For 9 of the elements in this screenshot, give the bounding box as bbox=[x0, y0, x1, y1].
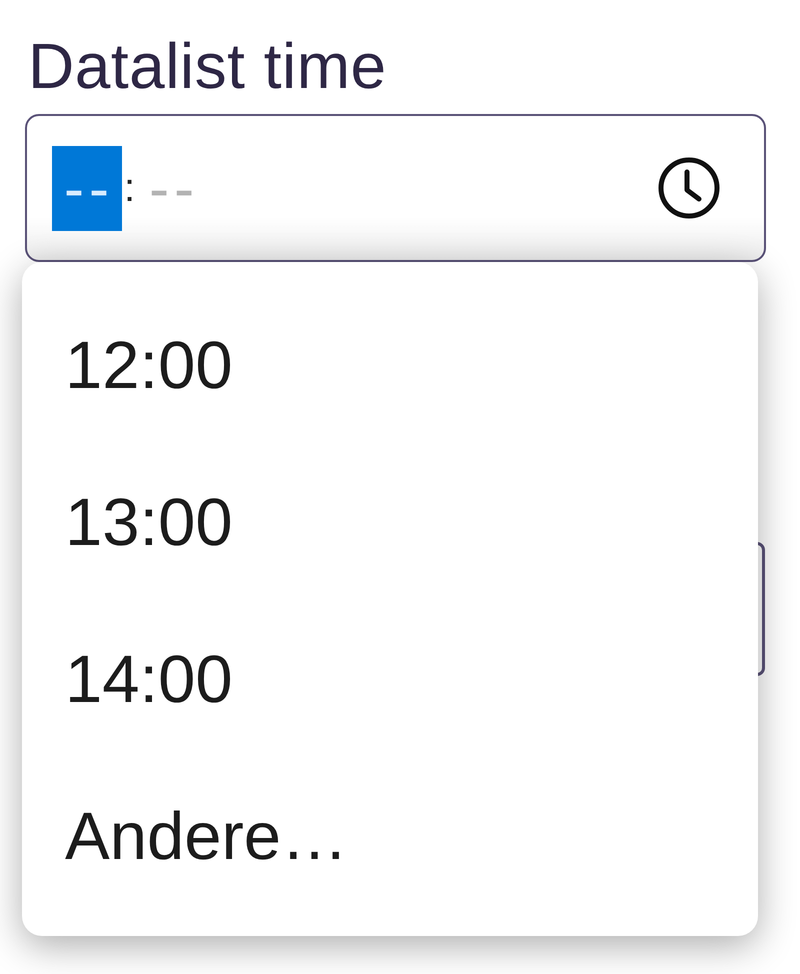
field-label: Datalist time bbox=[28, 29, 387, 104]
time-separator: : bbox=[122, 164, 136, 212]
time-segment[interactable]: -- bbox=[52, 146, 122, 230]
dropdown-option[interactable]: 13:00 bbox=[22, 444, 758, 601]
dropdown-option[interactable]: 14:00 bbox=[22, 601, 758, 758]
dropdown-option[interactable]: 12:00 bbox=[22, 287, 758, 444]
time-input-field[interactable]: -- : -- bbox=[25, 114, 766, 262]
clock-icon[interactable] bbox=[658, 157, 720, 219]
dropdown-option[interactable]: Andere… bbox=[22, 758, 758, 915]
